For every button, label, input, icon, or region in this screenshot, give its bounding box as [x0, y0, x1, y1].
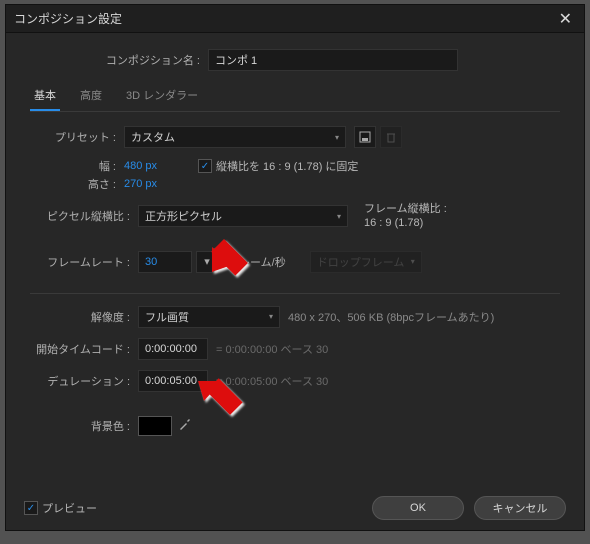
- tab-basic[interactable]: 基本: [30, 81, 60, 111]
- duration-label: デュレーション :: [30, 373, 130, 389]
- chevron-down-icon: ▾: [335, 133, 339, 142]
- width-label: 幅 :: [52, 158, 116, 174]
- preview-check[interactable]: プレビュー: [24, 500, 97, 516]
- checkbox-lock-aspect[interactable]: [198, 159, 212, 173]
- bgcolor-swatch[interactable]: [138, 416, 172, 436]
- dropframe-dropdown: ドロップフレーム ▾: [310, 251, 422, 273]
- pixel-aspect-value: 正方形ピクセル: [145, 208, 222, 224]
- tab-renderer[interactable]: 3D レンダラー: [122, 81, 202, 111]
- preset-save-icon[interactable]: [354, 126, 376, 148]
- chevron-down-icon: ▾: [269, 312, 273, 321]
- width-value[interactable]: 480: [124, 160, 142, 172]
- chevron-down-icon: ▾: [337, 212, 341, 221]
- height-unit: px: [145, 178, 157, 190]
- frame-aspect-label: フレーム縦横比 :: [364, 202, 447, 216]
- framerate-label: フレームレート :: [30, 254, 130, 270]
- preset-value: カスタム: [131, 129, 175, 145]
- tab-advanced[interactable]: 高度: [76, 81, 106, 111]
- resolution-note: 480 x 270、506 KB (8bpcフレームあたり): [288, 309, 494, 325]
- dialog: コンポジション設定 ✕ コンポジション名 : 基本 高度 3D レンダラー プリ…: [5, 4, 585, 531]
- width-unit: px: [145, 160, 157, 172]
- pixel-aspect-label: ピクセル縦横比 :: [30, 208, 130, 224]
- duration-note: = 0:00:05:00 ベース 30: [216, 373, 328, 389]
- bgcolor-label: 背景色 :: [30, 418, 130, 434]
- frame-aspect-value: 16 : 9 (1.78): [364, 216, 447, 230]
- ok-button[interactable]: OK: [372, 496, 464, 520]
- content: コンポジション名 : 基本 高度 3D レンダラー プリセット : カスタム ▾: [6, 33, 584, 486]
- dropframe-value: ドロップフレーム: [317, 254, 405, 270]
- framerate-input[interactable]: [138, 251, 192, 273]
- divider: [30, 293, 560, 294]
- resolution-value: フル画質: [145, 309, 189, 325]
- lock-aspect-check[interactable]: 縦横比を 16 : 9 (1.78) に固定: [198, 158, 358, 174]
- pixel-aspect-dropdown[interactable]: 正方形ピクセル ▾: [138, 205, 348, 227]
- cancel-button[interactable]: キャンセル: [474, 496, 566, 520]
- height-label: 高さ :: [52, 176, 116, 192]
- preset-delete-icon: [380, 126, 402, 148]
- framerate-stepper[interactable]: ▾: [196, 251, 218, 273]
- framerate-note: フレーム/秒: [228, 254, 286, 270]
- lock-aspect-label: 縦横比を 16 : 9 (1.78) に固定: [216, 158, 358, 174]
- titlebar: コンポジション設定 ✕: [6, 5, 584, 33]
- resolution-label: 解像度 :: [30, 309, 130, 325]
- checkbox-preview[interactable]: [24, 501, 38, 515]
- preset-dropdown[interactable]: カスタム ▾: [124, 126, 346, 148]
- height-value[interactable]: 270: [124, 178, 142, 190]
- tabs: 基本 高度 3D レンダラー: [30, 81, 560, 112]
- start-tc-label: 開始タイムコード :: [30, 341, 130, 357]
- comp-name-input[interactable]: [208, 49, 458, 71]
- start-tc-input[interactable]: [138, 338, 208, 360]
- comp-name-label: コンポジション名 :: [90, 52, 200, 68]
- resolution-dropdown[interactable]: フル画質 ▾: [138, 306, 280, 328]
- chevron-down-icon: ▾: [204, 255, 210, 268]
- preset-label: プリセット :: [52, 129, 116, 145]
- duration-input[interactable]: [138, 370, 208, 392]
- preview-label: プレビュー: [42, 500, 97, 516]
- chevron-down-icon: ▾: [411, 257, 415, 266]
- eyedropper-icon[interactable]: [178, 417, 192, 434]
- footer: プレビュー OK キャンセル: [6, 486, 584, 530]
- dialog-title: コンポジション設定: [14, 10, 122, 27]
- close-icon[interactable]: ✕: [555, 9, 576, 29]
- start-tc-note: = 0:00:00:00 ベース 30: [216, 341, 328, 357]
